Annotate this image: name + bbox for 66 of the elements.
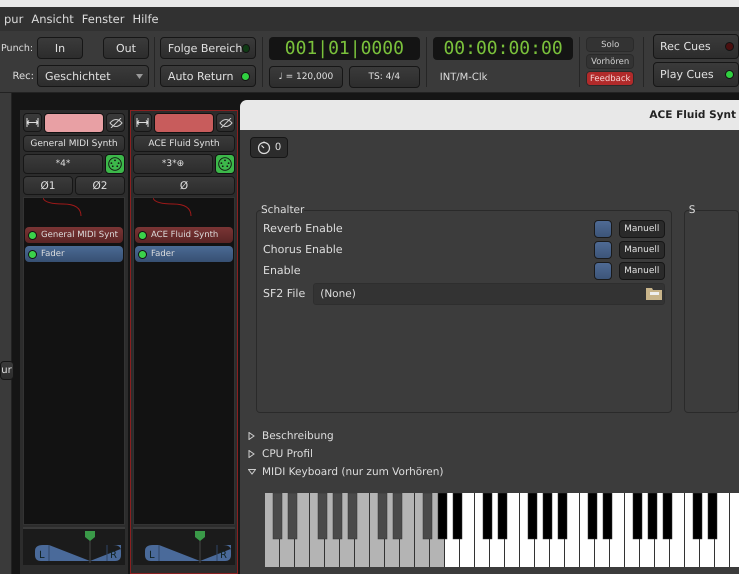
triangle-down-icon[interactable]	[248, 469, 256, 475]
manual-button[interactable]: Manuell	[618, 220, 665, 238]
toggle-button[interactable]: Folge Bereich	[160, 37, 256, 59]
control-label: Reverb Enable	[263, 222, 344, 235]
control-label: Enable	[263, 264, 302, 277]
midi-connector-icon[interactable]	[215, 154, 235, 174]
window-title: ACE Fluid Synt	[649, 109, 736, 121]
plugin-entry[interactable]: General MIDI Synt	[25, 227, 123, 243]
plugin-entry[interactable]: Fader	[135, 246, 233, 262]
control-label: Chorus Enable	[263, 243, 344, 256]
strip-name-button[interactable]: General MIDI Synth	[23, 135, 125, 152]
timecode-clock: 00:00:00:00	[432, 37, 574, 60]
cue-button[interactable]: Play Cues	[653, 62, 739, 87]
side-button[interactable]: ur	[0, 361, 14, 380]
width-lock-icon[interactable]	[23, 113, 42, 132]
dropdown-arrow-icon	[136, 74, 143, 78]
menu-item[interactable]: Fenster	[78, 12, 128, 26]
monitor-button[interactable]: Feedback	[586, 71, 634, 86]
menu-item[interactable]: Hilfe	[128, 12, 163, 26]
file-field[interactable]: (None)	[313, 282, 665, 304]
output-button[interactable]: Ø	[133, 176, 235, 195]
punch-label: Punch:	[0, 42, 34, 56]
tempo-button[interactable]: ♩ = 120,000	[268, 66, 343, 88]
group-title: S	[688, 204, 696, 216]
sync-source-label: INT/M-Clk	[438, 70, 488, 84]
monitor-button[interactable]: Vorhören	[586, 54, 634, 69]
plugin-entry[interactable]: Fader	[25, 246, 123, 262]
triangle-right-icon[interactable]	[248, 450, 256, 458]
bbt-clock: 001|01|0000	[268, 37, 420, 60]
midi-connector-icon[interactable]	[105, 154, 125, 174]
dsp-load-button[interactable]: 0	[250, 137, 288, 158]
menu-item[interactable]: Ansicht	[27, 12, 78, 26]
punch-out-button[interactable]: Out	[103, 37, 149, 59]
expander[interactable]: CPU Profil	[248, 445, 739, 463]
hide-eye-icon[interactable]	[106, 113, 125, 132]
hide-eye-icon[interactable]	[216, 113, 235, 132]
width-lock-icon[interactable]	[133, 113, 152, 132]
expander[interactable]: Beschreibung	[248, 427, 739, 445]
folder-icon[interactable]	[646, 287, 662, 300]
rec-label: Rec:	[11, 70, 35, 84]
monitor-button[interactable]: Solo	[586, 37, 634, 52]
timer-icon	[256, 140, 271, 154]
input-button[interactable]: *3*⊕	[133, 154, 213, 174]
record-mode-dropdown[interactable]: Geschichtet	[37, 65, 149, 87]
group-title: Schalter	[261, 204, 304, 216]
manual-button[interactable]: Manuell	[618, 262, 665, 280]
piano-keyboard-drawing[interactable]	[265, 493, 739, 567]
toggle-switch[interactable]	[594, 262, 612, 280]
control-label: SF2 File	[263, 287, 306, 300]
toggle-switch[interactable]	[594, 220, 612, 238]
triangle-right-icon[interactable]	[248, 432, 256, 440]
track-color-bar[interactable]	[44, 113, 104, 133]
output-button[interactable]: Ø2	[75, 176, 125, 195]
strip-name-button[interactable]: ACE Fluid Synth	[133, 135, 235, 152]
toggle-switch[interactable]	[594, 240, 612, 258]
meter-button[interactable]: TS: 4/4	[348, 66, 420, 88]
cue-button[interactable]: Rec Cues	[653, 34, 739, 59]
punch-in-button[interactable]: In	[37, 37, 83, 59]
input-button[interactable]: *4*	[23, 154, 103, 174]
output-button[interactable]: Ø1	[23, 176, 73, 195]
track-color-bar[interactable]	[154, 113, 214, 133]
manual-button[interactable]: Manuell	[618, 240, 665, 258]
toggle-button[interactable]: Auto Return	[160, 65, 256, 87]
expander[interactable]: MIDI Keyboard (nur zum Vorhören)	[248, 463, 739, 481]
menu-item[interactable]: pur	[0, 12, 28, 26]
plugin-entry[interactable]: ACE Fluid Synth	[135, 227, 233, 243]
